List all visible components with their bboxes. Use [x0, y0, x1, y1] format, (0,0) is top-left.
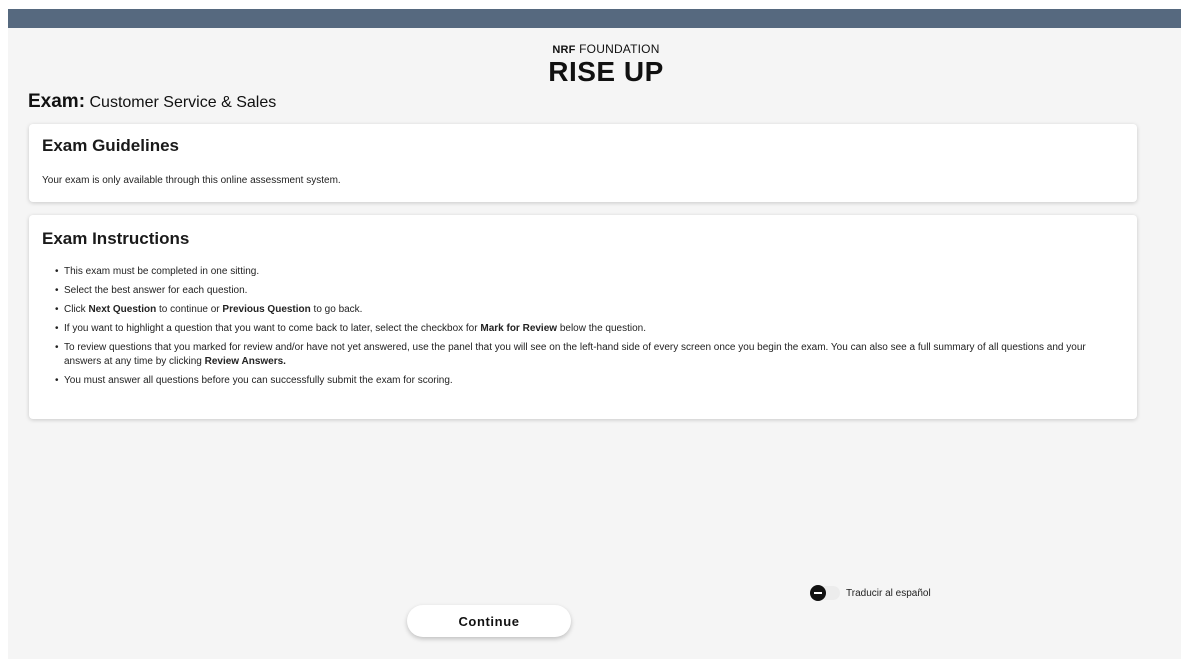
- continue-button[interactable]: Continue: [407, 605, 571, 637]
- logo-org: NRF FOUNDATION: [552, 42, 660, 57]
- instruction-item: If you want to highlight a question that…: [55, 322, 1125, 336]
- instruction-item: This exam must be completed in one sitti…: [55, 265, 1125, 279]
- guidelines-heading: Exam Guidelines: [42, 136, 179, 155]
- instruction-item: To review questions that you marked for …: [55, 341, 1125, 369]
- page-title: Exam: Customer Service & Sales: [28, 91, 276, 113]
- instruction-item: Click Next Question to continue or Previ…: [55, 303, 1125, 317]
- toggle-knob-icon[interactable]: [810, 585, 826, 601]
- instructions-heading: Exam Instructions: [42, 229, 190, 248]
- top-bar: [8, 9, 1181, 28]
- instructions-list: This exam must be completed in one sitti…: [55, 265, 1125, 393]
- exam-instructions-card: Exam Instructions This exam must be comp…: [29, 215, 1137, 419]
- exam-label: Exam:: [28, 91, 86, 112]
- translate-toggle-label[interactable]: Traducir al español: [846, 588, 931, 599]
- exam-name: Customer Service & Sales: [89, 94, 277, 111]
- translate-toggle[interactable]: Traducir al español: [810, 585, 931, 601]
- instruction-item: You must answer all questions before you…: [55, 374, 1125, 388]
- nrf-rise-up-logo: NRF FOUNDATION RISE UP: [544, 43, 668, 86]
- logo-program: RISE UP: [548, 56, 664, 87]
- guidelines-text: Your exam is only available through this…: [42, 175, 341, 186]
- instruction-item: Select the best answer for each question…: [55, 284, 1125, 298]
- exam-guidelines-card: Exam Guidelines Your exam is only availa…: [29, 124, 1137, 202]
- app-frame: NRF FOUNDATION RISE UP Exam: Customer Se…: [8, 9, 1181, 659]
- toggle-track[interactable]: [810, 585, 840, 601]
